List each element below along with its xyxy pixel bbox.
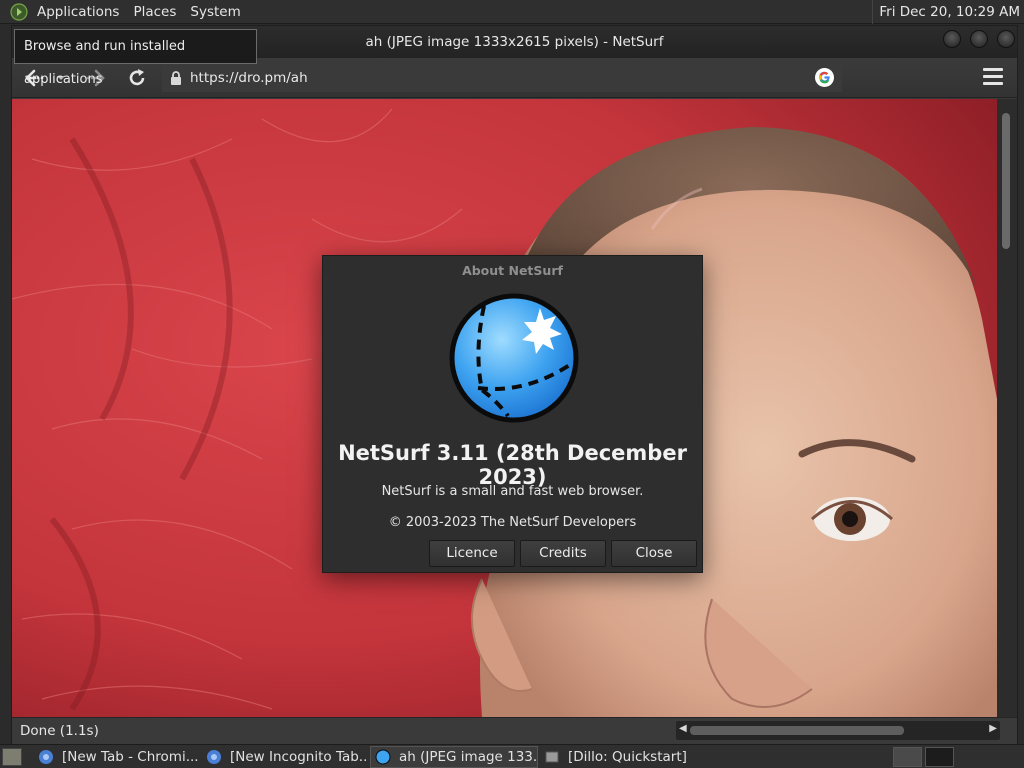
app-name: NetSurf 3.11 (28th December 2023) — [338, 441, 687, 489]
browser-toolbar: https://dro.pm/ah — [12, 58, 1017, 98]
close-window-button[interactable] — [997, 30, 1015, 48]
scroll-left-icon[interactable]: ◀ — [679, 723, 687, 734]
taskbar-item-label: ah (JPEG image 133... — [399, 749, 538, 765]
taskbar-item-netsurf[interactable]: ah (JPEG image 133... — [370, 746, 538, 768]
panel-menu-bar: Applications Places System — [0, 0, 248, 24]
bottom-taskbar: [New Tab - Chromi... [New Incognito Tab.… — [0, 744, 1024, 768]
distro-logo-icon[interactable] — [10, 2, 28, 21]
lock-icon — [171, 71, 181, 85]
licence-button[interactable]: Licence — [429, 540, 515, 567]
system-menu[interactable]: System — [183, 0, 247, 24]
reload-icon — [129, 69, 145, 86]
taskbar-item-label: [New Incognito Tab... — [230, 749, 368, 765]
netsurf-logo-icon — [449, 293, 579, 423]
minimize-button[interactable] — [943, 30, 961, 48]
top-panel: Applications Places System Fri Dec 20, 1… — [0, 0, 1024, 24]
hamburger-menu-button[interactable] — [983, 68, 1003, 88]
status-text: Done (1.1s) — [20, 723, 99, 739]
about-dialog: About NetSurf NetSurf 3.11 (28th Decembe… — [322, 255, 703, 573]
scroll-right-icon[interactable]: ▶ — [989, 723, 997, 734]
workspace-1[interactable] — [893, 747, 922, 767]
taskbar-item-chromium[interactable]: [New Tab - Chromi... — [34, 746, 200, 768]
workspace-2[interactable] — [925, 747, 954, 767]
credits-button[interactable]: Credits — [520, 540, 606, 567]
hamburger-icon — [983, 68, 1003, 71]
applications-menu[interactable]: Applications — [30, 0, 126, 24]
taskbar-item-dillo[interactable]: [Dillo: Quickstart] — [540, 746, 706, 768]
copyright: © 2003-2023 The NetSurf Developers — [388, 515, 637, 530]
tooltip: Browse and run installed applications — [14, 29, 257, 87]
status-bar: Done (1.1s) ◀ ▶ — [12, 717, 1017, 744]
search-engine-button[interactable] — [815, 68, 834, 87]
show-desktop-button[interactable] — [2, 748, 22, 766]
taskbar-item-label: [Dillo: Quickstart] — [568, 749, 687, 765]
reload-button[interactable] — [124, 65, 150, 91]
google-icon — [819, 71, 830, 84]
chromium-icon — [39, 750, 53, 764]
clock[interactable]: Fri Dec 20, 10:29 AM — [872, 0, 1020, 24]
vertical-scrollbar[interactable] — [997, 99, 1017, 717]
taskbar-item-label: [New Tab - Chromi... — [62, 749, 199, 765]
window-controls — [943, 30, 1015, 48]
workspace-switcher — [893, 747, 955, 767]
dialog-title: About NetSurf — [462, 263, 563, 278]
app-description: NetSurf is a small and fast web browser. — [381, 484, 644, 499]
maximize-button[interactable] — [970, 30, 988, 48]
close-button[interactable]: Close — [611, 540, 697, 567]
netsurf-icon — [375, 749, 391, 765]
url-bar[interactable]: https://dro.pm/ah — [162, 65, 842, 92]
places-menu[interactable]: Places — [126, 0, 183, 24]
dillo-icon — [545, 751, 559, 763]
chromium-icon — [207, 750, 221, 764]
taskbar-item-chromium-incognito[interactable]: [New Incognito Tab... — [202, 746, 368, 768]
horizontal-scrollbar[interactable]: ◀ ▶ — [676, 721, 1000, 740]
vertical-scroll-thumb[interactable] — [1002, 113, 1010, 249]
horizontal-scroll-thumb[interactable] — [690, 726, 904, 735]
url-text[interactable]: https://dro.pm/ah — [190, 65, 308, 92]
